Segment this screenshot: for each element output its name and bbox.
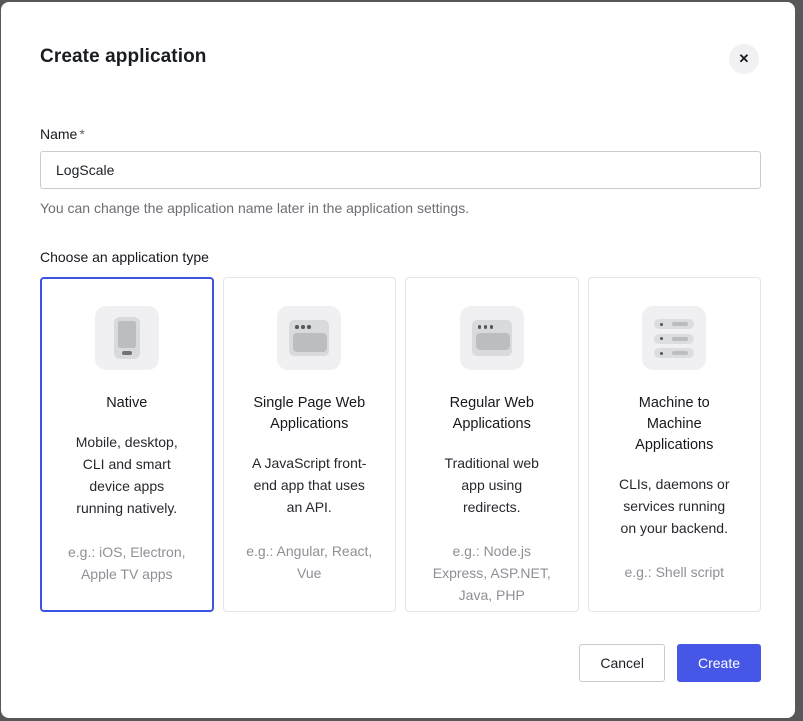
card-title: Regular Web Applications (433, 393, 551, 435)
card-title: Single Page Web Applications (250, 393, 368, 435)
card-example: e.g.: Angular, React, Vue (246, 540, 373, 584)
application-type-cards: Native Mobile, desktop, CLI and smart de… (40, 277, 761, 612)
name-field-section: Name* You can change the application nam… (40, 126, 759, 216)
application-type-section: Choose an application type Native Mobile… (40, 249, 759, 612)
create-button[interactable]: Create (677, 644, 761, 682)
name-label: Name* (40, 126, 759, 142)
card-description: Mobile, desktop, CLI and smart device ap… (66, 431, 187, 519)
dialog-header: Create application ✕ (40, 44, 759, 74)
required-asterisk: * (79, 126, 84, 142)
dialog-title: Create application (40, 44, 207, 68)
card-description: A JavaScript front-end app that uses an … (249, 452, 370, 518)
close-icon: ✕ (739, 51, 750, 67)
application-type-label: Choose an application type (40, 249, 759, 265)
browser-window-icon (460, 306, 524, 370)
create-application-dialog: Create application ✕ Name* You can chang… (1, 2, 795, 718)
browser-icon (277, 306, 341, 370)
close-button[interactable]: ✕ (729, 44, 759, 74)
name-helper-text: You can change the application name late… (40, 200, 759, 216)
card-machine-to-machine[interactable]: Machine to Machine Applications CLIs, da… (588, 277, 762, 612)
application-name-input[interactable] (40, 151, 761, 189)
dialog-footer: Cancel Create (40, 644, 761, 682)
card-single-page-web[interactable]: Single Page Web Applications A JavaScrip… (223, 277, 397, 612)
cancel-button[interactable]: Cancel (579, 644, 665, 682)
card-regular-web[interactable]: Regular Web Applications Traditional web… (405, 277, 579, 612)
card-example: e.g.: iOS, Electron, Apple TV apps (63, 541, 190, 585)
server-stack-icon (642, 306, 706, 370)
phone-icon (95, 306, 159, 370)
card-example: e.g.: Node.js Express, ASP.NET, Java, PH… (428, 540, 555, 606)
card-example: e.g.: Shell script (611, 561, 738, 583)
card-description: Traditional web app using redirects. (431, 452, 552, 518)
card-title: Machine to Machine Applications (615, 393, 733, 456)
card-title: Native (68, 393, 186, 414)
card-description: CLIs, daemons or services running on you… (614, 473, 735, 539)
card-native[interactable]: Native Mobile, desktop, CLI and smart de… (40, 277, 214, 612)
